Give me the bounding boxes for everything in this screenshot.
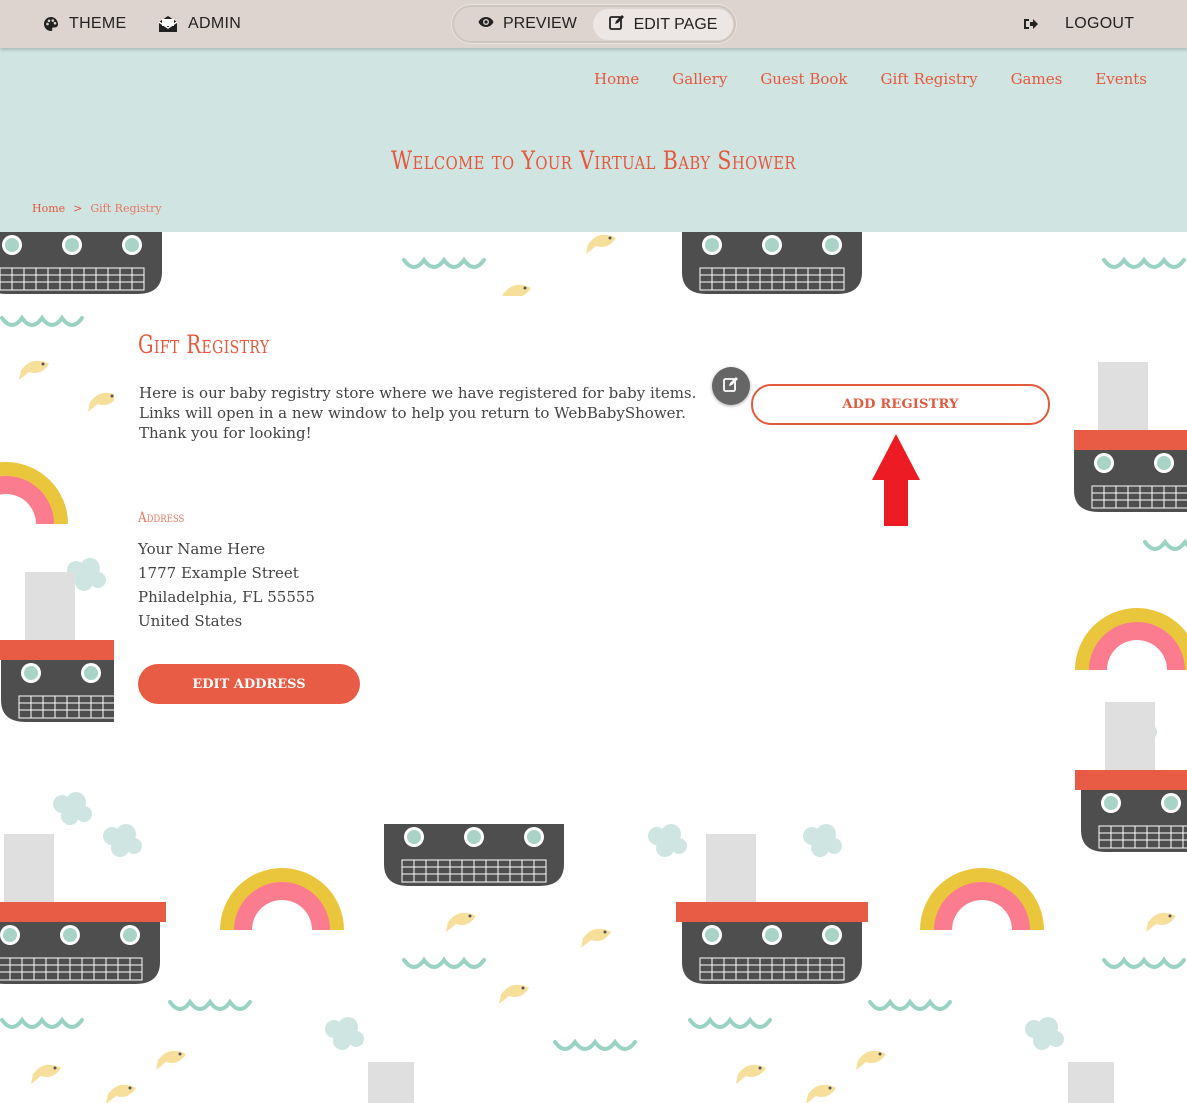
site-title: Welcome to Your Virtual Baby Shower: [391, 146, 796, 175]
main-nav: Home Gallery Guest Book Gift Registry Ga…: [594, 70, 1147, 88]
eye-icon: [478, 15, 494, 33]
theme-label: THEME: [69, 15, 127, 32]
address-line: United States: [138, 612, 243, 630]
admin-label: ADMIN: [188, 15, 242, 32]
edit-icon: [723, 376, 739, 396]
page-title: Gift Registry: [138, 330, 270, 359]
preview-label: PREVIEW: [503, 15, 577, 32]
breadcrumb: Home > Gift Registry: [32, 202, 162, 215]
address-line: Philadelphia, FL 55555: [138, 588, 315, 606]
nav-games[interactable]: Games: [1011, 70, 1063, 88]
breadcrumb-current: Gift Registry: [90, 202, 162, 215]
preview-button[interactable]: PREVIEW: [478, 5, 577, 43]
address-block: Your Name Here 1777 Example Street Phila…: [138, 537, 315, 633]
arrow-up-icon: [872, 434, 920, 526]
envelope-open-icon: [158, 15, 178, 33]
nav-gallery[interactable]: Gallery: [672, 70, 727, 88]
breadcrumb-home[interactable]: Home: [32, 202, 65, 215]
address-line: Your Name Here: [138, 540, 266, 558]
sign-out-icon: [1023, 17, 1039, 31]
edit-section-button[interactable]: [712, 367, 750, 405]
logout-label: LOGOUT: [1065, 15, 1135, 32]
logout-button[interactable]: LOGOUT: [1023, 0, 1134, 48]
edit-icon: [608, 14, 625, 35]
theme-button[interactable]: THEME: [43, 0, 127, 48]
address-line: 1777 Example Street: [138, 564, 299, 582]
admin-toolbar: THEME ADMIN PREVIEW EDIT PAGE LOGOUT: [0, 0, 1187, 48]
add-registry-button[interactable]: ADD REGISTRY: [751, 384, 1050, 425]
palette-icon: [43, 16, 59, 32]
edit-address-button[interactable]: EDIT ADDRESS: [138, 664, 360, 704]
address-label: Address: [138, 510, 185, 526]
edit-page-label: EDIT PAGE: [633, 15, 718, 33]
edit-page-button[interactable]: EDIT PAGE: [593, 9, 733, 40]
nav-guest-book[interactable]: Guest Book: [760, 70, 847, 88]
registry-intro: Here is our baby registry store where we…: [139, 384, 697, 442]
admin-button[interactable]: ADMIN: [158, 0, 241, 48]
breadcrumb-separator: >: [73, 202, 83, 215]
nav-home[interactable]: Home: [594, 70, 639, 88]
nav-events[interactable]: Events: [1095, 70, 1147, 88]
site-header: Home Gallery Guest Book Gift Registry Ga…: [0, 48, 1187, 232]
nav-gift-registry[interactable]: Gift Registry: [881, 70, 978, 88]
